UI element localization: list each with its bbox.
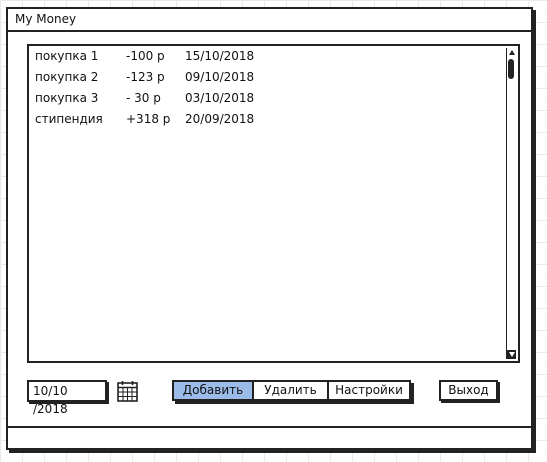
scrollbar-thumb[interactable] xyxy=(508,59,514,79)
item-amount: -123 р xyxy=(126,70,165,84)
scroll-up-arrow-icon[interactable] xyxy=(507,48,516,57)
calendar-icon[interactable] xyxy=(116,379,140,403)
item-date: 20/09/2018 xyxy=(185,112,255,126)
date-input[interactable]: 10/10 /2018 xyxy=(27,380,107,416)
item-name: покупка 1 xyxy=(35,49,99,63)
transactions-list[interactable]: покупка 1 -100 р 15/10/2018 покупка 2 -1… xyxy=(27,44,520,363)
action-button-group: Добавить Удалить Настройки xyxy=(172,380,411,401)
vertical-scrollbar[interactable] xyxy=(506,48,516,359)
app-window: My Money покупка 1 -100 р 15/10/2018 пок… xyxy=(6,7,533,450)
item-date: 15/10/2018 xyxy=(185,49,255,63)
item-date: 09/10/2018 xyxy=(185,70,255,84)
item-name: покупка 2 xyxy=(35,70,99,84)
window-titlebar: My Money xyxy=(8,9,531,32)
scroll-down-arrow-icon[interactable] xyxy=(507,350,516,359)
item-name: стипендия xyxy=(35,112,103,126)
exit-button[interactable]: Выход xyxy=(439,380,498,401)
item-amount: - 30 р xyxy=(126,91,161,105)
add-button[interactable]: Добавить xyxy=(172,380,254,401)
item-amount: -100 р xyxy=(126,49,165,63)
window-title: My Money xyxy=(15,12,77,26)
item-date: 03/10/2018 xyxy=(185,91,255,105)
item-name: покупка 3 xyxy=(35,91,99,105)
delete-button[interactable]: Удалить xyxy=(252,380,329,401)
status-bar xyxy=(8,426,531,448)
item-amount: +318 р xyxy=(126,112,171,126)
settings-button[interactable]: Настройки xyxy=(327,380,411,401)
